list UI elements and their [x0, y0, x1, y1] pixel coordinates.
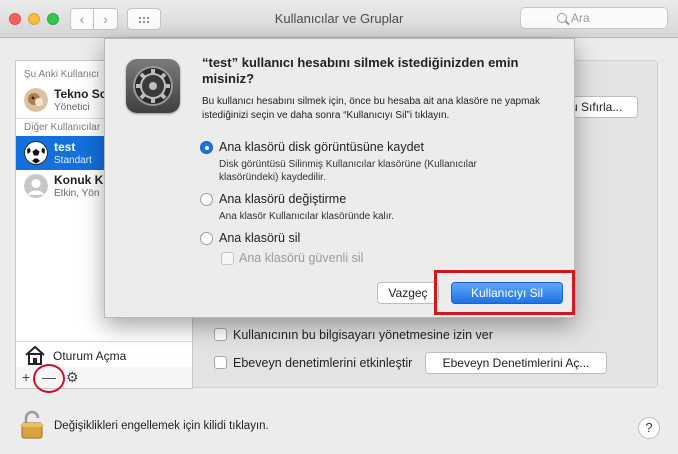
dialog-title: “test” kullanıcı hesabını silmek istediğ… — [202, 55, 519, 86]
dont-change-home-label: Ana klasörü değiştirme — [219, 192, 347, 206]
delete-home-label: Ana klasörü sil — [219, 231, 301, 245]
user-role: Standart — [54, 155, 92, 166]
parental-controls-label: Ebeveyn denetimlerini etkinleştir — [233, 356, 413, 370]
delete-home-radio[interactable] — [200, 232, 213, 245]
secure-erase-label: Ana klasörü güvenli sil — [239, 251, 364, 265]
user-name: Konuk Ku — [54, 173, 111, 187]
soccer-ball-avatar — [24, 141, 48, 165]
title-bar: ‹ › Kullanıcılar ve Gruplar Ara — [0, 0, 678, 38]
remove-button-highlight — [33, 364, 65, 393]
save-to-disk-image-radio[interactable] — [200, 141, 213, 154]
dialog-info: Bu kullanıcı hesabını silmek için, önce … — [202, 96, 540, 121]
system-preferences-gear-icon — [126, 59, 180, 113]
current-user-header: Şu Anki Kullanıcı — [24, 69, 100, 80]
gear-icon[interactable]: ⚙ — [66, 369, 79, 385]
user-role: Yönetici — [54, 102, 90, 113]
parental-controls-checkbox[interactable] — [214, 356, 227, 369]
login-options-label: Oturum Açma — [53, 349, 127, 363]
lock-message: Değişiklikleri engellemek için kilidi tı… — [54, 420, 269, 432]
other-users-header: Diğer Kullanıcılar — [24, 122, 101, 133]
padlock-icon[interactable] — [20, 410, 44, 443]
save-to-disk-image-label: Ana klasörü disk görüntüsüne kaydet — [219, 140, 424, 154]
cancel-button[interactable]: Vazgeç — [377, 282, 439, 304]
secure-erase-checkbox[interactable] — [221, 252, 234, 265]
guest-avatar — [24, 174, 48, 198]
dont-change-home-radio[interactable] — [200, 193, 213, 206]
allow-admin-checkbox[interactable] — [214, 328, 227, 341]
add-user-button[interactable]: + — [22, 369, 30, 385]
search-placeholder: Ara — [571, 11, 590, 25]
user-name: test — [54, 140, 76, 154]
allow-admin-label: Kullanıcının bu bilgisayarı yönetmesine … — [233, 328, 493, 342]
save-to-disk-image-description: Disk görüntüsü Silinmiş Kullanıcılar kla… — [219, 159, 477, 183]
dont-change-home-description: Ana klasör Kullanıcılar klasöründe kalır… — [219, 211, 395, 222]
search-input[interactable]: Ara — [520, 7, 668, 29]
delete-button-highlight — [434, 270, 575, 315]
search-icon — [557, 13, 567, 23]
help-button[interactable]: ? — [638, 417, 660, 439]
house-icon — [25, 345, 45, 365]
user-name: Tekno Sc — [54, 87, 107, 101]
user-role: Etkin, Yön — [54, 188, 100, 199]
avatar — [24, 88, 48, 112]
reset-password-button[interactable]: u Sıfırla... — [566, 96, 638, 118]
open-parental-controls-button[interactable]: Ebeveyn Denetimlerini Aç... — [425, 352, 607, 374]
